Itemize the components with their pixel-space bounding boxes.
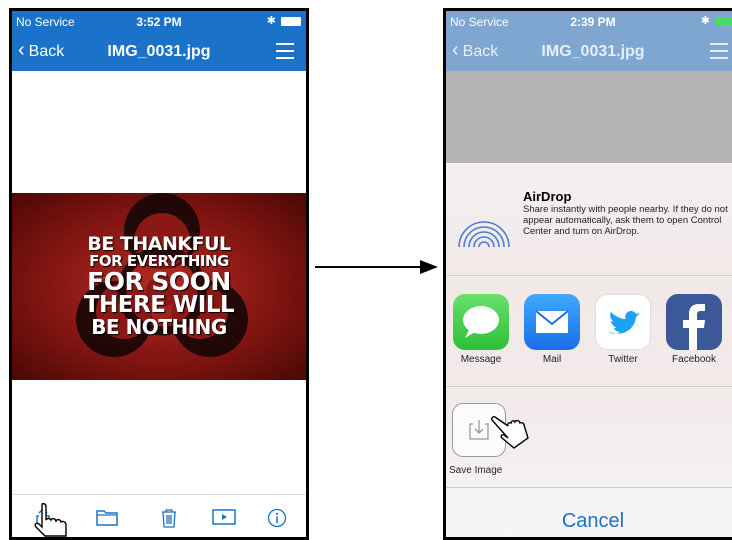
status-bar: No Service 3:52 PM ✱ [12,11,306,33]
poster-line: FOR SOON [87,267,231,296]
share-app-label: Mail [542,354,562,365]
bluetooth-icon: ✱ [266,15,276,27]
airdrop-section[interactable]: AirDrop Share instantly with people near… [446,163,732,276]
airdrop-icon [458,221,510,248]
hand-pointer-icon [491,416,529,449]
hand-pointer-icon [34,502,67,537]
status-bar: No Service 2:39 PM ✱ [446,11,732,33]
message-icon [453,294,509,350]
poster-line: BE NOTHING [91,315,227,339]
bluetooth-icon: ✱ [700,15,710,27]
airdrop-description: Share instantly with people nearby. If t… [523,204,728,237]
menu-icon[interactable] [276,43,294,64]
poster-line: THERE WILL [83,292,235,318]
phone-screen-photo-viewer: No Service 3:52 PM ✱ ‹ Back IMG_0031.jpg … [9,8,309,540]
clock: 2:39 PM [570,15,616,29]
share-app-facebook[interactable]: Facebook [664,294,724,365]
dimmed-background [446,71,732,163]
nav-bar: ‹ Back IMG_0031.jpg [446,33,732,71]
share-app-label: Facebook [672,354,716,365]
actions-row: Save Image [446,387,732,488]
share-app-label: Twitter [608,354,638,365]
flow-arrow-line [315,266,423,268]
share-apps-row: Message Mail Twitter Facebook [446,276,732,387]
poster-text: BE THANKFUL FOR EVERYTHING FOR SOON THER… [12,235,306,339]
battery-icon [281,17,301,26]
airdrop-title: AirDrop [523,189,572,204]
photo-image: BE THANKFUL FOR EVERYTHING FOR SOON THER… [12,193,306,380]
share-app-mail[interactable]: Mail [522,294,582,365]
battery-icon [715,17,732,26]
nav-bar: ‹ Back IMG_0031.jpg [12,33,306,71]
mail-icon [524,294,580,350]
play-icon[interactable] [212,508,236,526]
share-app-label: Message [460,354,502,365]
folder-icon[interactable] [96,508,118,526]
share-app-twitter[interactable]: Twitter [593,294,653,365]
page-title: IMG_0031.jpg [541,43,645,60]
save-image-label: Save Image [449,465,503,476]
page-title: IMG_0031.jpg [107,43,211,60]
info-icon[interactable] [266,508,288,528]
flow-arrow-head [420,260,438,274]
trash-icon[interactable] [158,508,180,528]
facebook-icon [666,294,722,350]
clock: 3:52 PM [136,15,182,29]
twitter-icon [595,294,651,350]
cancel-button[interactable]: Cancel [446,510,732,533]
phone-screen-share-sheet: No Service 2:39 PM ✱ ‹ Back IMG_0031.jpg … [443,8,732,540]
share-app-message[interactable]: Message [451,294,511,365]
menu-icon[interactable] [710,43,728,64]
share-sheet: AirDrop Share instantly with people near… [446,163,732,537]
